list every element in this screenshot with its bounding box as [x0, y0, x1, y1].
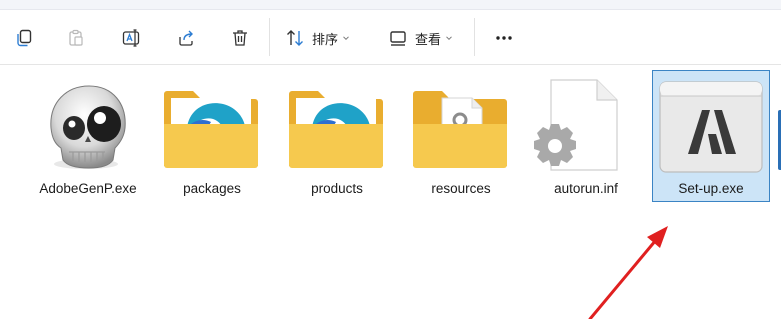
settings-file-icon — [527, 76, 645, 176]
adobe-installer-icon — [652, 76, 770, 176]
file-item-products[interactable]: products — [278, 70, 396, 202]
skull-app-icon — [29, 76, 147, 176]
view-icon — [390, 31, 406, 46]
folder-edge-icon — [153, 76, 271, 176]
sort-icon — [287, 30, 303, 46]
toolbar-separator — [269, 18, 270, 56]
file-name: products — [311, 181, 363, 196]
sort-button[interactable]: 排序 — [285, 24, 350, 52]
file-name: packages — [183, 181, 241, 196]
rename-button[interactable] — [119, 24, 143, 52]
file-item-resources[interactable]: resources — [402, 70, 520, 202]
file-item-autorun[interactable]: autorun.inf — [527, 70, 645, 202]
folder-document-icon — [402, 76, 520, 176]
delete-icon — [233, 30, 247, 46]
file-item-setup[interactable]: Set-up.exe — [652, 70, 770, 202]
more-icon — [496, 36, 512, 40]
command-bar: 排序 查看 — [0, 10, 781, 65]
file-name: resources — [431, 181, 491, 196]
file-name: Set-up.exe — [678, 181, 744, 196]
copy-button[interactable] — [12, 24, 36, 52]
paste-icon — [69, 29, 83, 46]
delete-button[interactable] — [228, 24, 252, 52]
file-name: autorun.inf — [554, 181, 618, 196]
share-button[interactable] — [174, 24, 198, 52]
view-label: 查看 — [415, 31, 442, 47]
top-strip — [0, 0, 781, 10]
file-name: AdobeGenP.exe — [39, 181, 137, 196]
paste-button[interactable] — [64, 24, 88, 52]
file-item-adobegenp[interactable]: AdobeGenP.exe — [29, 70, 147, 202]
share-icon — [179, 30, 193, 46]
copy-icon — [17, 29, 32, 47]
more-button[interactable] — [492, 24, 516, 52]
view-button[interactable]: 查看 — [388, 24, 453, 52]
sort-label: 排序 — [312, 31, 339, 47]
file-item-packages[interactable]: packages — [153, 70, 271, 202]
folder-edge-icon — [278, 76, 396, 176]
chevron-down-icon — [343, 36, 349, 41]
toolbar-separator — [474, 18, 475, 56]
chevron-down-icon — [446, 36, 452, 41]
left-edge — [0, 65, 15, 319]
rename-icon — [122, 29, 140, 47]
